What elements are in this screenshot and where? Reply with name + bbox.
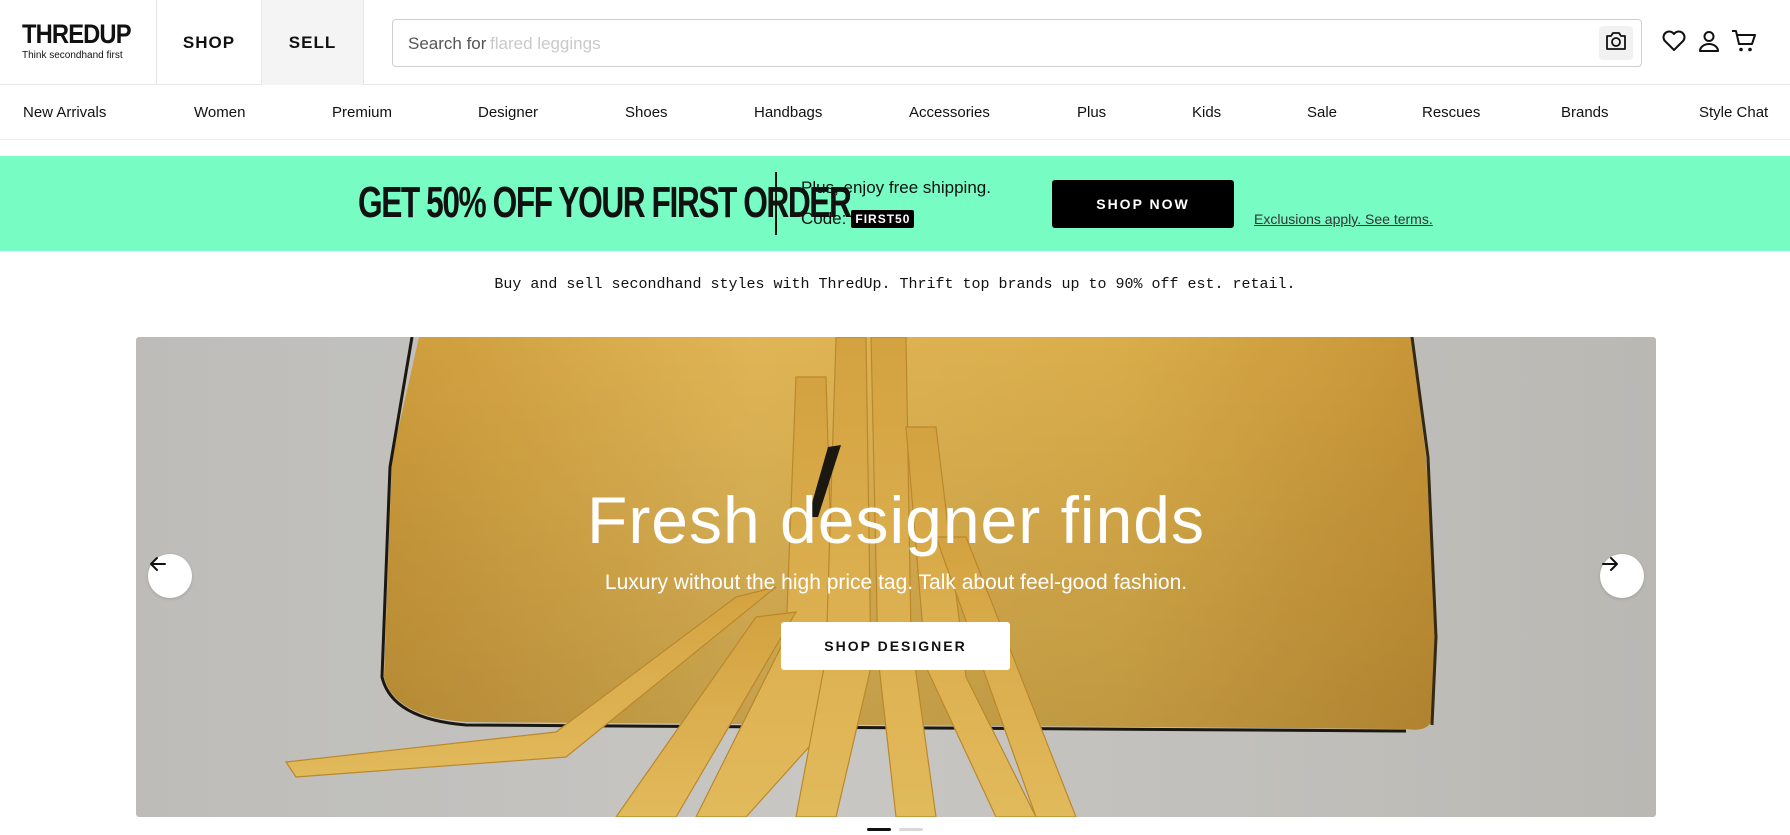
promo-code-badge: FIRST50 — [851, 210, 915, 228]
hero-carousel: Fresh designer finds Luxury without the … — [136, 337, 1656, 817]
promo-divider — [775, 172, 777, 235]
nav-shoes[interactable]: Shoes — [625, 104, 668, 121]
cart-icon — [1731, 29, 1757, 58]
heart-icon — [1661, 29, 1687, 58]
camera-search-button[interactable] — [1599, 26, 1633, 60]
search-bar[interactable]: Search for — [392, 19, 1642, 67]
site-header: THREDUP Think secondhand first SHOP SELL… — [0, 0, 1790, 85]
carousel-dot-2[interactable] — [899, 828, 923, 831]
nav-kids[interactable]: Kids — [1192, 104, 1221, 121]
account-button[interactable] — [1696, 30, 1722, 56]
nav-women[interactable]: Women — [194, 104, 245, 121]
carousel-next-button[interactable] — [1600, 554, 1644, 598]
nav-designer[interactable]: Designer — [478, 104, 538, 121]
nav-brands[interactable]: Brands — [1561, 104, 1609, 121]
thredup-logo[interactable]: THREDUP Think secondhand first — [22, 20, 146, 62]
site-tagline: Buy and sell secondhand styles with Thre… — [494, 276, 1296, 293]
nav-accessories[interactable]: Accessories — [909, 104, 990, 121]
search-prefix: Search for — [408, 34, 487, 53]
carousel-indicators — [867, 828, 923, 831]
favorites-button[interactable] — [1661, 30, 1687, 56]
category-nav: New Arrivals Women Premium Designer Shoe… — [0, 85, 1790, 140]
nav-premium[interactable]: Premium — [332, 104, 392, 121]
cart-button[interactable] — [1731, 29, 1757, 58]
nav-style-chat[interactable]: Style Chat — [1699, 104, 1768, 121]
shop-now-button[interactable]: SHOP NOW — [1052, 180, 1234, 228]
nav-new-arrivals[interactable]: New Arrivals — [23, 104, 106, 121]
shop-tab[interactable]: SHOP — [156, 0, 261, 85]
hero-title: Fresh designer finds — [587, 483, 1205, 557]
carousel-prev-button[interactable] — [148, 554, 192, 598]
user-icon — [1697, 29, 1721, 58]
logo-text: THREDUP — [22, 19, 132, 49]
nav-handbags[interactable]: Handbags — [754, 104, 822, 121]
nav-rescues[interactable]: Rescues — [1422, 104, 1480, 121]
carousel-dot-1[interactable] — [867, 828, 891, 831]
promo-code-row: Code: FIRST50 — [801, 209, 915, 229]
logo-tagline: Think secondhand first — [22, 50, 123, 61]
promo-code-label: Code: — [801, 209, 847, 228]
hero-subtitle: Luxury without the high price tag. Talk … — [604, 571, 1188, 594]
nav-plus[interactable]: Plus — [1077, 104, 1106, 121]
promo-banner: GET 50% OFF YOUR FIRST ORDER Plus, enjoy… — [0, 156, 1790, 251]
camera-icon — [1604, 30, 1628, 57]
promo-shipping-text: Plus, enjoy free shipping. — [801, 178, 991, 197]
terms-link[interactable]: Exclusions apply. See terms. — [1254, 211, 1433, 227]
sell-tab[interactable]: SELL — [261, 0, 364, 85]
search-input[interactable] — [488, 28, 1492, 60]
nav-sale[interactable]: Sale — [1307, 104, 1337, 121]
shop-designer-button[interactable]: SHOP DESIGNER — [781, 622, 1010, 670]
